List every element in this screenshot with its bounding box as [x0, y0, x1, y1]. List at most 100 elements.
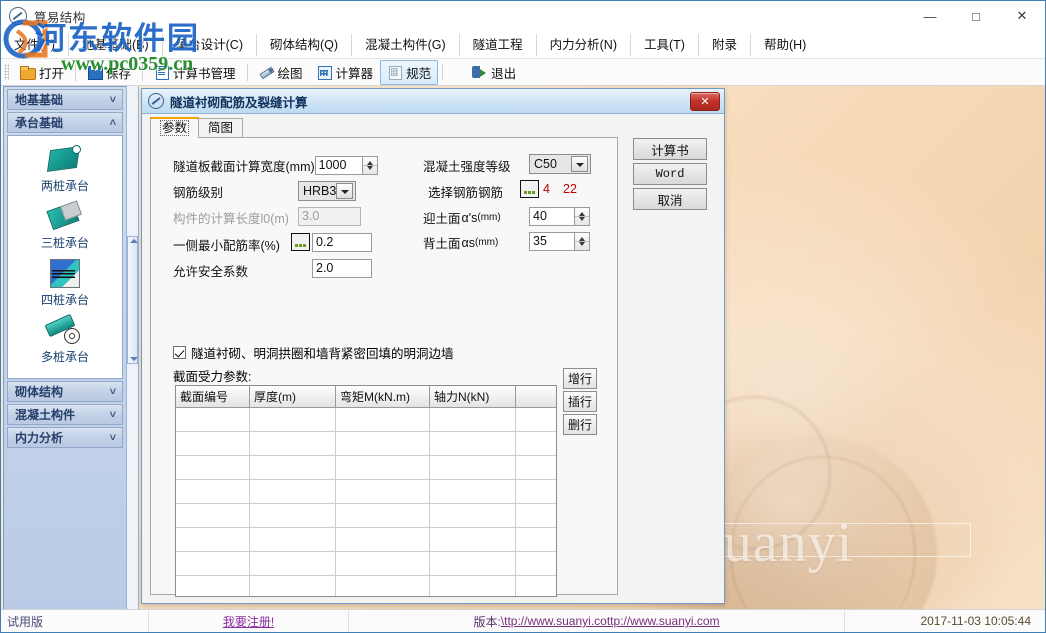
sidebar-section-pile-cap[interactable]: 承台基础 ˄ [7, 112, 123, 133]
cell-thickness[interactable] [249, 479, 336, 504]
table-row[interactable] [176, 503, 556, 528]
cell-section-id[interactable] [176, 527, 250, 552]
menu-item-masonry[interactable]: 砌体结构(Q) [257, 34, 353, 56]
table-row[interactable] [176, 407, 556, 432]
menu-item-pile-cap[interactable]: 承台设计(C) [163, 34, 257, 56]
cell-section-id[interactable] [176, 551, 250, 576]
cell-axial[interactable] [429, 527, 516, 552]
sidebar-section-foundation[interactable]: 地基基础 ˅ [7, 89, 123, 110]
section-width-input[interactable]: 1000 [314, 156, 363, 175]
cell-section-id[interactable] [176, 455, 250, 480]
cell-axial[interactable] [429, 479, 516, 504]
close-button[interactable]: ✕ [999, 1, 1045, 31]
chevron-down-icon[interactable] [336, 183, 353, 199]
word-export-button[interactable]: Word [633, 163, 707, 185]
toolbar-calculator-button[interactable]: 计算器 [310, 60, 381, 85]
table-row[interactable] [176, 527, 556, 552]
cell-axial[interactable] [429, 575, 516, 596]
cancel-button[interactable]: 取消 [633, 188, 707, 210]
status-version-link-1[interactable]: \ttp://www.suanyi.co [501, 614, 607, 628]
delete-row-button[interactable]: 删行 [563, 414, 597, 435]
sidebar-scrollbar-thumb[interactable] [127, 236, 138, 364]
cell-thickness[interactable] [249, 527, 336, 552]
scroll-down-arrow-icon[interactable] [130, 357, 138, 361]
cell-axial[interactable] [429, 455, 516, 480]
section-width-spinner[interactable] [362, 156, 378, 175]
cell-section-id[interactable] [176, 407, 250, 432]
safety-factor-input[interactable]: 2.0 [312, 259, 372, 278]
min-ratio-picker-button[interactable] [291, 233, 310, 251]
cell-axial[interactable] [429, 551, 516, 576]
cell-thickness[interactable] [249, 503, 336, 528]
back-cover-input[interactable]: 35 [529, 232, 575, 251]
table-row[interactable] [176, 455, 556, 480]
calc-report-button[interactable]: 计算书 [633, 138, 707, 160]
table-row[interactable] [176, 479, 556, 504]
cell-section-id[interactable] [176, 431, 250, 456]
sidebar-section-concrete[interactable]: 混凝土构件 ˅ [7, 404, 123, 425]
cell-section-id[interactable] [176, 479, 250, 504]
cell-thickness[interactable] [249, 575, 336, 596]
status-version-link-2[interactable]: ttp://www.suanyi.com [607, 614, 720, 628]
menu-item-tunnel[interactable]: 隧道工程 [460, 34, 537, 56]
toolbar-exit-button[interactable]: 退出 [465, 60, 523, 85]
section-force-table[interactable]: 截面编号 厚度(m) 弯矩M(kN.m) 轴力N(kN) [175, 385, 557, 597]
chevron-down-icon[interactable] [571, 156, 588, 172]
select-rebar-picker-button[interactable] [520, 180, 539, 198]
cell-moment[interactable] [335, 479, 430, 504]
toolbar-report-manager-button[interactable]: 计算书管理 [147, 60, 243, 85]
toolbar-draw-button[interactable]: 绘图 [252, 60, 310, 85]
cell-thickness[interactable] [249, 431, 336, 456]
toolbar-norms-button[interactable]: 规范 [380, 59, 439, 85]
cell-moment[interactable] [335, 503, 430, 528]
menu-item-internal-force[interactable]: 内力分析(N) [537, 34, 631, 56]
min-ratio-input[interactable]: 0.2 [312, 233, 372, 252]
calc-length-input[interactable]: 3.0 [298, 207, 361, 226]
dialog-close-button[interactable]: ✕ [690, 92, 720, 111]
toolbar-grip[interactable] [4, 64, 9, 80]
tunnel-lining-checkbox[interactable] [173, 346, 186, 359]
concrete-grade-combo[interactable]: C50 [529, 154, 591, 174]
column-header-section-id[interactable]: 截面编号 [176, 386, 250, 408]
scroll-up-arrow-icon[interactable] [130, 239, 138, 243]
table-row[interactable] [176, 431, 556, 456]
menu-item-appendix[interactable]: 附录 [699, 34, 751, 56]
cell-axial[interactable] [429, 431, 516, 456]
cell-axial[interactable] [429, 503, 516, 528]
toolbar-open-button[interactable]: 打开 [13, 60, 71, 85]
column-header-axial[interactable]: 轴力N(kN) [429, 386, 516, 408]
minimize-button[interactable]: — [907, 1, 953, 31]
tunnel-lining-checkbox-row[interactable]: 隧道衬砌、明洞拱圈和墙背紧密回填的明洞边墙 [173, 343, 454, 362]
cell-thickness[interactable] [249, 551, 336, 576]
sidebar-item-four-pile-cap[interactable]: 四桩承台 [8, 256, 122, 308]
sidebar-section-masonry[interactable]: 砌体结构 ˅ [7, 381, 123, 402]
sidebar-item-two-pile-cap[interactable]: 两桩承台 [8, 142, 122, 194]
cell-moment[interactable] [335, 551, 430, 576]
cell-moment[interactable] [335, 575, 430, 596]
menu-item-tools[interactable]: 工具(T) [631, 34, 699, 56]
menu-item-file[interactable]: 文件(F) [1, 34, 69, 56]
column-header-thickness[interactable]: 厚度(m) [249, 386, 336, 408]
tab-parameters[interactable]: 参数 [150, 117, 200, 138]
sidebar-section-internal-force[interactable]: 内力分析 ˅ [7, 427, 123, 448]
cell-section-id[interactable] [176, 575, 250, 596]
sidebar-scrollbar[interactable] [126, 86, 139, 611]
menu-item-foundation[interactable]: 地基基础(B) [69, 34, 163, 56]
toolbar-save-button[interactable]: 保存 [80, 60, 138, 85]
cell-thickness[interactable] [249, 407, 336, 432]
tab-diagram[interactable]: 简图 [198, 118, 244, 138]
cell-moment[interactable] [335, 455, 430, 480]
sidebar-item-multi-pile-cap[interactable]: 多桩承台 [8, 313, 122, 365]
menu-item-help[interactable]: 帮助(H) [751, 34, 819, 56]
back-cover-spinner[interactable] [575, 232, 590, 251]
cell-moment[interactable] [335, 407, 430, 432]
cell-moment[interactable] [335, 527, 430, 552]
menu-item-concrete[interactable]: 混凝土构件(G) [352, 34, 460, 56]
cell-moment[interactable] [335, 431, 430, 456]
insert-row-button[interactable]: 插行 [563, 391, 597, 412]
column-header-moment[interactable]: 弯矩M(kN.m) [335, 386, 430, 408]
table-row[interactable] [176, 575, 556, 596]
cell-axial[interactable] [429, 407, 516, 432]
maximize-button[interactable]: □ [953, 1, 999, 31]
front-cover-input[interactable]: 40 [529, 207, 575, 226]
